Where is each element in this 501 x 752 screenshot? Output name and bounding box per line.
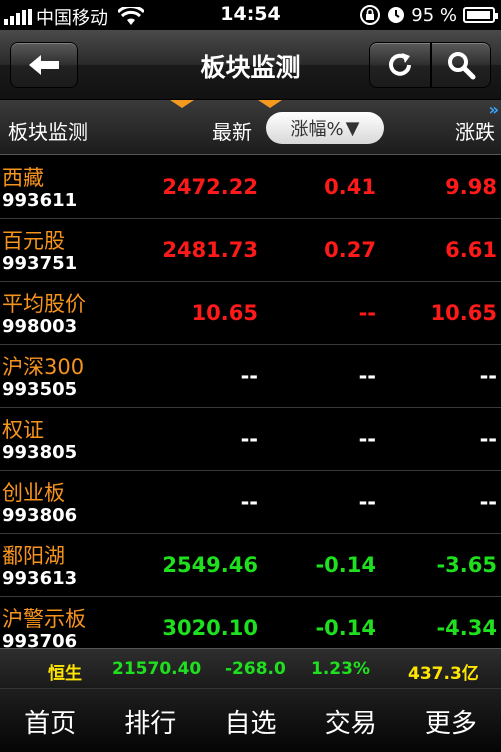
scroll-right-icon[interactable]: » bbox=[489, 100, 499, 119]
column-name-header[interactable]: 板块监测 bbox=[8, 116, 88, 145]
tab-bar: 首页 排行 自选 交易 更多 bbox=[0, 688, 501, 752]
list-item[interactable]: 平均股价 998003 10.65 -- 10.65 bbox=[0, 282, 501, 345]
list-item[interactable]: 鄱阳湖 993613 2549.46 -0.14 -3.65 bbox=[0, 534, 501, 597]
price-change: -3.65 bbox=[436, 553, 497, 577]
tab-home[interactable]: 首页 bbox=[0, 689, 100, 752]
tab-more[interactable]: 更多 bbox=[401, 689, 501, 752]
column-change-header[interactable]: 涨跌 bbox=[455, 116, 495, 145]
index-value: 21570.40 bbox=[112, 659, 202, 679]
latest-price: 2472.22 bbox=[162, 175, 258, 199]
latest-price: -- bbox=[240, 364, 258, 388]
sector-name: 创业板 bbox=[2, 481, 65, 505]
sector-name: 平均股价 bbox=[2, 292, 86, 316]
change-percent: -- bbox=[358, 490, 376, 514]
change-percent: -- bbox=[358, 364, 376, 388]
sector-code: 993805 bbox=[2, 442, 78, 463]
latest-price: -- bbox=[240, 490, 258, 514]
search-icon bbox=[448, 52, 476, 80]
battery-fill bbox=[467, 11, 490, 19]
tab-trade[interactable]: 交易 bbox=[301, 689, 401, 752]
price-change: -4.34 bbox=[436, 616, 497, 640]
status-bar: 中国移动 14:54 95 % bbox=[0, 0, 501, 30]
sector-code: 993613 bbox=[2, 568, 78, 589]
column-latest-header[interactable]: 最新 bbox=[212, 116, 252, 145]
latest-price: 2549.46 bbox=[162, 553, 258, 577]
index-ticker[interactable]: 恒生 21570.40 -268.0 1.23% 437.3亿 bbox=[0, 648, 501, 688]
sector-name: 沪警示板 bbox=[2, 607, 86, 631]
refresh-icon bbox=[389, 53, 411, 76]
latest-price: -- bbox=[240, 427, 258, 451]
list-item[interactable]: 沪深300 993505 -- -- -- bbox=[0, 345, 501, 408]
change-percent: 0.41 bbox=[324, 175, 376, 199]
sort-percent-button[interactable]: 涨幅% ▼ bbox=[266, 112, 384, 144]
column-marker bbox=[170, 100, 194, 108]
sector-code: 993611 bbox=[2, 190, 78, 211]
sector-code: 993505 bbox=[2, 379, 78, 400]
sector-code: 998003 bbox=[2, 316, 78, 337]
sector-name: 鄱阳湖 bbox=[2, 544, 65, 568]
change-percent: -- bbox=[358, 301, 376, 325]
price-change: 9.98 bbox=[445, 175, 497, 199]
sort-down-icon: ▼ bbox=[345, 117, 360, 139]
column-header: 板块监测 最新 涨幅% ▼ 涨跌 » bbox=[0, 100, 501, 155]
column-marker bbox=[258, 100, 282, 108]
change-percent: -- bbox=[358, 427, 376, 451]
index-change: -268.0 bbox=[225, 659, 286, 679]
price-change: 6.61 bbox=[445, 238, 497, 262]
sector-name: 百元股 bbox=[2, 229, 65, 253]
change-percent: 0.27 bbox=[324, 238, 376, 262]
sector-list: 西藏 993611 2472.22 0.41 9.98 百元股 993751 2481.73 0… bbox=[0, 156, 501, 660]
sort-label: 涨幅% bbox=[290, 119, 344, 140]
tab-ranking[interactable]: 排行 bbox=[100, 689, 200, 752]
refresh-button[interactable] bbox=[369, 42, 431, 88]
sector-name: 西藏 bbox=[2, 166, 44, 190]
latest-price: 10.65 bbox=[191, 301, 258, 325]
price-change: 10.65 bbox=[430, 301, 497, 325]
sector-name: 权证 bbox=[2, 418, 44, 442]
price-change: -- bbox=[479, 364, 497, 388]
alarm-icon bbox=[388, 7, 405, 23]
rotation-lock-icon bbox=[360, 5, 381, 25]
sector-code: 993751 bbox=[2, 253, 78, 274]
list-item[interactable]: 西藏 993611 2472.22 0.41 9.98 bbox=[0, 156, 501, 219]
change-percent: -0.14 bbox=[315, 553, 376, 577]
battery-percent: 95 % bbox=[411, 4, 457, 26]
change-percent: -0.14 bbox=[315, 616, 376, 640]
search-button[interactable] bbox=[431, 42, 491, 88]
index-name: 恒生 bbox=[48, 664, 82, 684]
list-item[interactable]: 权证 993805 -- -- -- bbox=[0, 408, 501, 471]
sector-code: 993806 bbox=[2, 505, 78, 526]
index-percent: 1.23% bbox=[311, 659, 370, 679]
list-item[interactable]: 百元股 993751 2481.73 0.27 6.61 bbox=[0, 219, 501, 282]
navigation-bar: 板块监测 bbox=[0, 30, 501, 100]
latest-price: 2481.73 bbox=[162, 238, 258, 262]
latest-price: 3020.10 bbox=[162, 616, 258, 640]
price-change: -- bbox=[479, 427, 497, 451]
price-change: -- bbox=[479, 490, 497, 514]
tab-watchlist[interactable]: 自选 bbox=[200, 689, 300, 752]
sector-name: 沪深300 bbox=[2, 355, 85, 379]
battery-icon bbox=[463, 7, 498, 23]
index-volume: 437.3亿 bbox=[408, 664, 479, 684]
list-item[interactable]: 创业板 993806 -- -- -- bbox=[0, 471, 501, 534]
